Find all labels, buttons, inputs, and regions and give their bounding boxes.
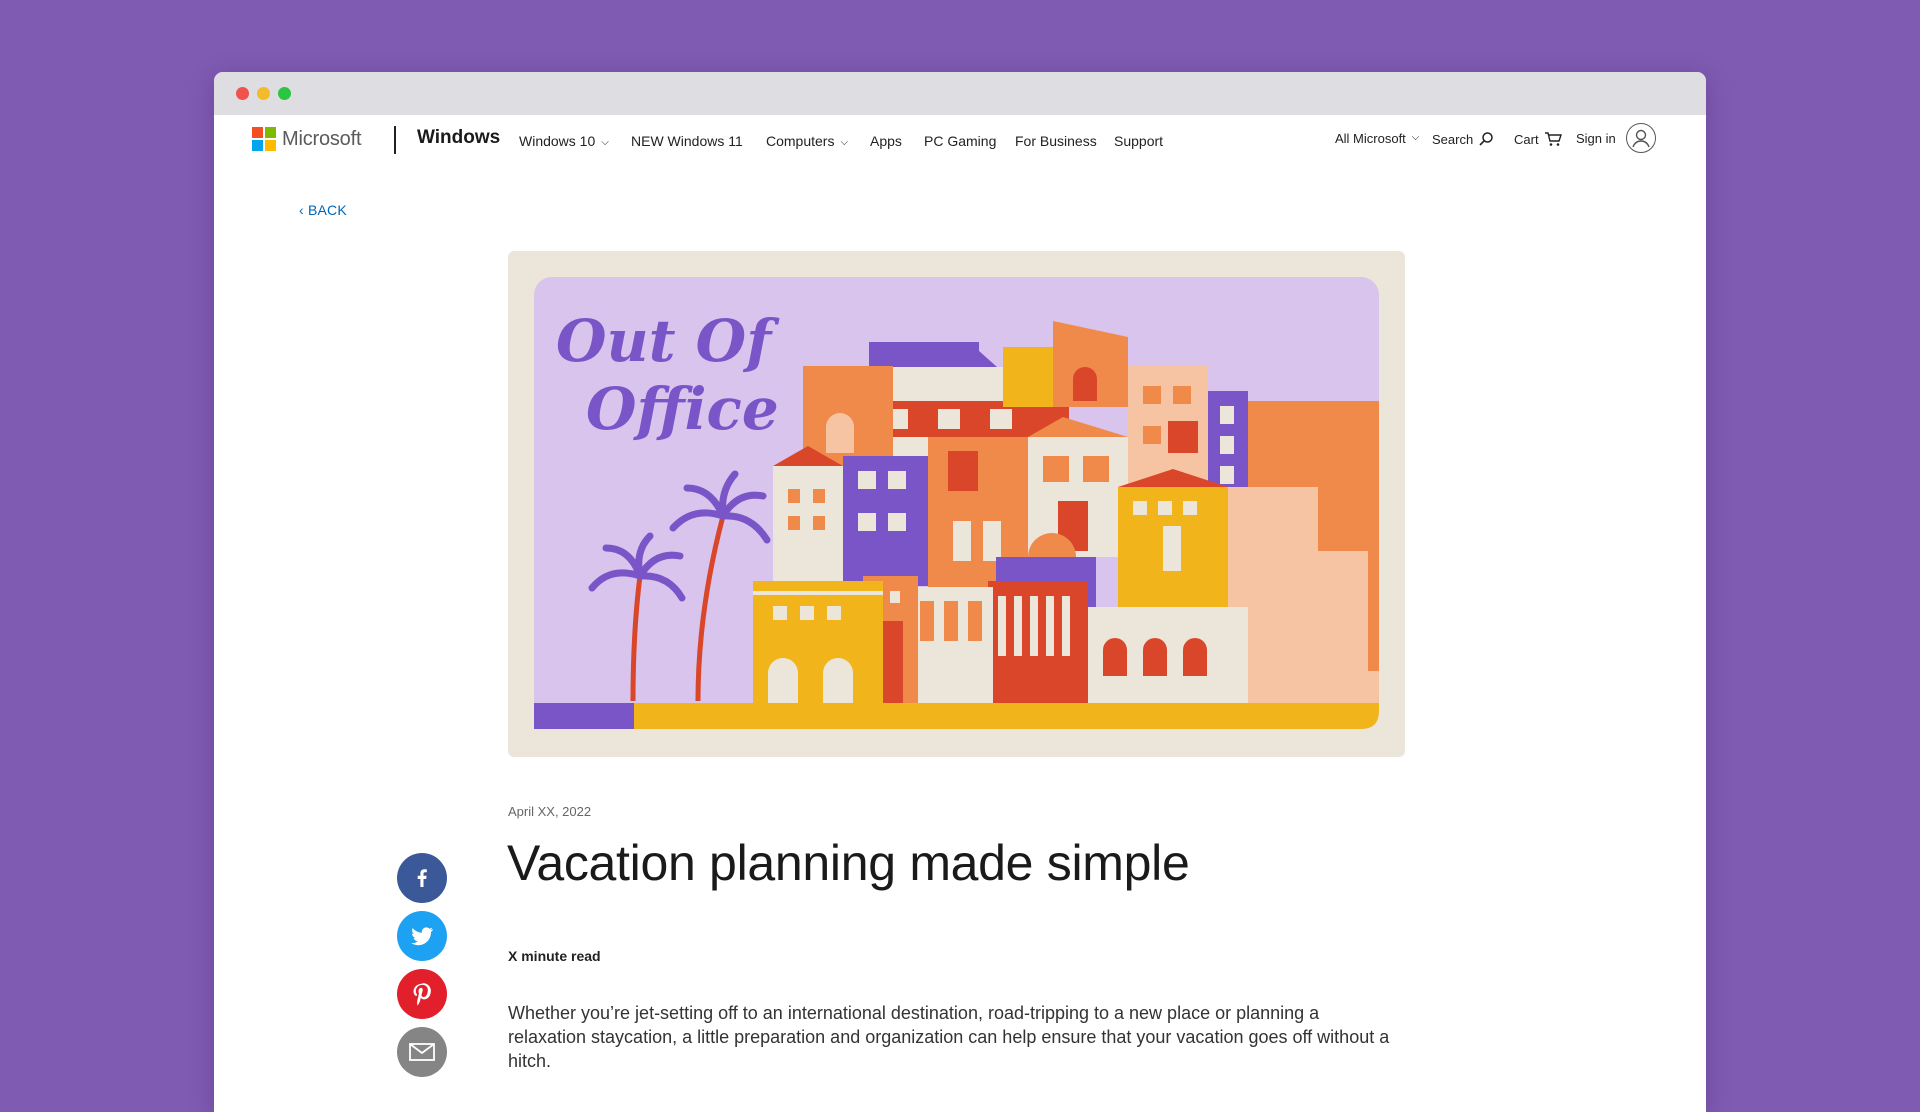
avatar[interactable] — [1626, 123, 1656, 153]
search-label: Search — [1432, 131, 1474, 147]
nav-item-label: For Business — [1015, 133, 1097, 149]
microsoft-logo[interactable]: Microsoft — [252, 127, 362, 151]
twitter-icon — [411, 927, 434, 946]
share-email-button[interactable] — [397, 1027, 447, 1077]
share-twitter-button[interactable] — [397, 911, 447, 961]
nav-item-label: Apps — [870, 133, 902, 149]
nav-item-apps[interactable]: Apps — [870, 133, 902, 149]
article-intro: Whether you’re jet-setting off to an int… — [508, 1003, 1390, 1071]
nav-item-pc-gaming[interactable]: PC Gaming — [924, 133, 996, 149]
back-link[interactable]: ‹ BACK — [299, 202, 347, 218]
nav-item-for-business[interactable]: For Business — [1015, 133, 1097, 149]
product-title[interactable]: Windows — [417, 127, 500, 149]
article-date: April XX, 2022 — [508, 804, 592, 819]
search-button[interactable]: Search — [1432, 131, 1494, 147]
chevron-down-icon: ⌵ — [601, 137, 609, 148]
all-microsoft-label: All Microsoft — [1335, 131, 1406, 146]
close-window-button[interactable] — [236, 87, 249, 100]
nav-item-label: NEW Windows 11 — [631, 133, 743, 149]
all-microsoft-menu[interactable]: All Microsoft ⌵ — [1335, 131, 1419, 146]
nav-item-support[interactable]: Support — [1114, 133, 1163, 149]
sign-in-label: Sign in — [1576, 131, 1616, 146]
maximize-window-button[interactable] — [278, 87, 291, 100]
microsoft-logo-icon — [252, 127, 276, 151]
sign-in-link[interactable]: Sign in — [1576, 131, 1616, 146]
nav-item-label: Computers — [766, 133, 835, 149]
site-header: Microsoft Windows Windows 10 ⌵ NEW Window… — [214, 115, 1706, 175]
ground-purple — [534, 703, 634, 729]
facebook-icon — [417, 869, 427, 887]
nav-item-computers[interactable]: Computers ⌵ — [766, 133, 848, 149]
nav-item-new-windows-11[interactable]: NEW Windows 11 — [631, 133, 743, 149]
share-pinterest-button[interactable] — [397, 969, 447, 1019]
read-time: X minute read — [508, 948, 601, 964]
brand-name: Microsoft — [282, 127, 362, 150]
hero-illustration: Out Of Office — [508, 251, 1405, 757]
nav-item-label: Windows 10 — [519, 133, 596, 149]
share-facebook-button[interactable] — [397, 853, 447, 903]
header-divider — [394, 126, 396, 154]
cart-button[interactable]: Cart — [1514, 131, 1562, 147]
browser-titlebar — [214, 72, 1706, 115]
cart-label: Cart — [1514, 131, 1539, 147]
nav-item-label: Support — [1114, 133, 1164, 149]
user-icon — [1632, 129, 1650, 148]
nav-item-label: PC Gaming — [924, 133, 997, 149]
chevron-down-icon: ⌵ — [840, 137, 849, 148]
pinterest-icon — [413, 983, 431, 1006]
article-title: Vacation planning made simple — [507, 835, 1190, 891]
hero-text-line1: Out Of — [556, 307, 780, 375]
email-icon — [409, 1043, 435, 1061]
nav-item-windows-10[interactable]: Windows 10 ⌵ — [519, 133, 609, 149]
chevron-down-icon: ⌵ — [1411, 132, 1420, 143]
ground-yellow — [634, 703, 1379, 729]
browser-window: Microsoft Windows Windows 10 ⌵ NEW Window… — [214, 72, 1706, 1112]
search-icon — [1479, 132, 1493, 146]
minimize-window-button[interactable] — [257, 87, 270, 100]
out-of-office-illustration: Out Of Office — [534, 277, 1379, 729]
hero-text-line2: Office — [586, 375, 779, 443]
cart-icon — [1544, 132, 1562, 146]
